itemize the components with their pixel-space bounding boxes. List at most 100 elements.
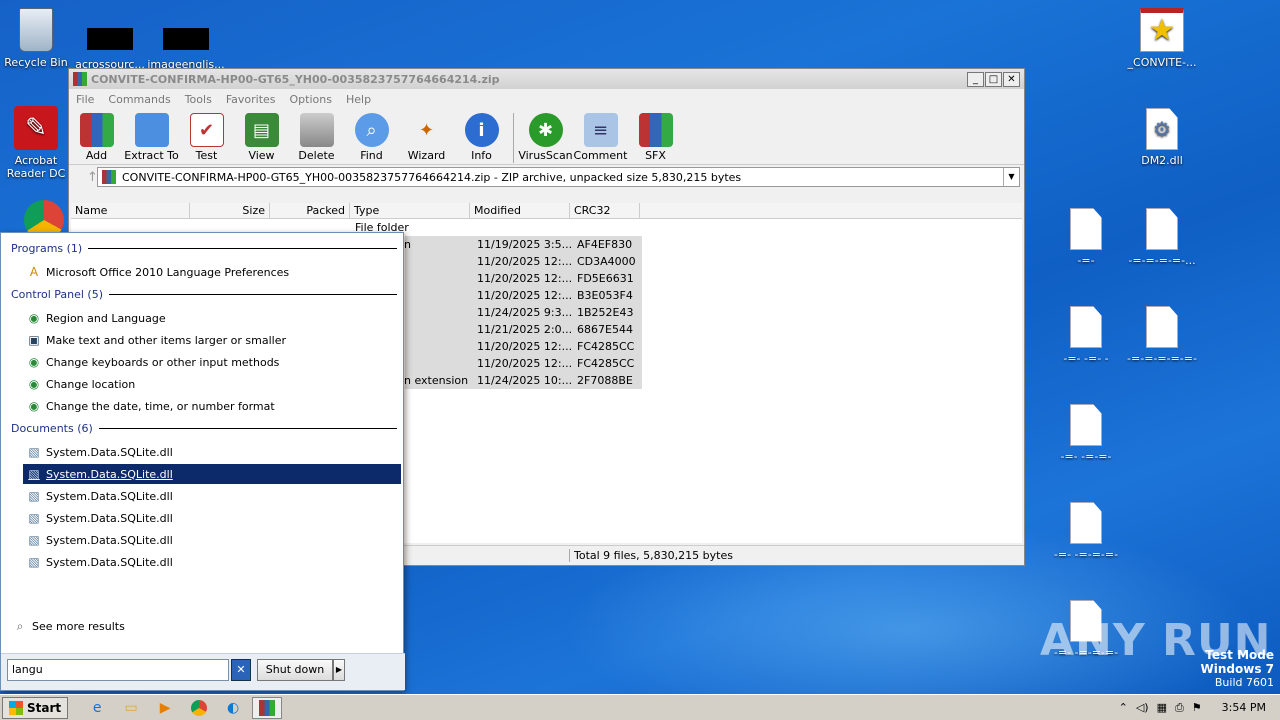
item-label: Make text and other items larger or smal… [46, 333, 286, 347]
up-arrow-icon[interactable]: ↑ [87, 170, 98, 185]
column-type[interactable]: Type [350, 203, 470, 218]
flag-icon[interactable]: ⚑ [1192, 701, 1202, 714]
cell-crc32: 1B252E43 [577, 306, 634, 319]
desktop-icon-imageenglis[interactable]: imageenglis... [146, 28, 226, 71]
see-more-results-link[interactable]: ⌕ See more results [9, 616, 387, 636]
printer-icon[interactable]: ⎙ [1175, 701, 1184, 715]
column-size[interactable]: Size [190, 203, 270, 218]
info-button[interactable]: i Info [454, 113, 509, 162]
chrome-taskbar-icon[interactable] [184, 697, 214, 719]
section-title: Control Panel (5) [11, 288, 104, 301]
winrar-taskbar-button[interactable] [252, 696, 283, 719]
dll-file-icon: ▧ [28, 555, 40, 569]
cell-crc32: AF4EF830 [577, 238, 633, 251]
start-button[interactable]: Start [2, 696, 69, 719]
cell-crc32: FD5E6631 [577, 272, 634, 285]
comment-icon: ≡ [583, 113, 618, 147]
cell-modified: 11/20/2025 12:... [477, 255, 573, 268]
clear-search-icon[interactable]: ✕ [231, 659, 251, 681]
result-document[interactable]: ▧ System.Data.SQLite.dll [23, 442, 401, 462]
column-modified[interactable]: Modified [470, 203, 570, 218]
find-button[interactable]: ⌕ Find [344, 113, 399, 162]
cell-type [400, 338, 470, 355]
explorer-icon[interactable]: ▭ [116, 697, 146, 719]
column-crc32[interactable]: CRC32 [570, 203, 640, 218]
desktop-icon-convite[interactable]: ★ _CONVITE-... [1122, 8, 1202, 69]
dll-gear-icon: ⚙ [1146, 108, 1178, 150]
magnifier-icon: ⌕ [354, 113, 389, 147]
test-button[interactable]: ✔ Test [179, 113, 234, 162]
status-text: Total 9 files, 5,830,215 bytes [569, 549, 733, 562]
divider [109, 294, 397, 295]
comment-button[interactable]: ≡ Comment [573, 113, 628, 162]
search-input[interactable]: langu [7, 659, 229, 681]
column-name[interactable]: Name [71, 203, 190, 218]
maximize-button[interactable]: □ [985, 71, 1002, 87]
cell-type [400, 321, 470, 338]
title-bar[interactable]: CONVITE-CONFIRMA-HP00-GT65_YH00-00358237… [69, 69, 1024, 89]
show-hidden-icons-chevron-icon[interactable]: ⌃ [1119, 701, 1128, 714]
sfx-button[interactable]: SFX [628, 113, 683, 162]
menu-help[interactable]: Help [346, 93, 371, 106]
result-document-selected[interactable]: ▧ System.Data.SQLite.dll [23, 464, 401, 484]
desktop-icon-file[interactable]: -=-=-=-=-... [1122, 208, 1202, 267]
close-button[interactable]: ✕ [1003, 71, 1020, 87]
cell-modified: 11/20/2025 12:... [477, 357, 573, 370]
result-office-language[interactable]: A Microsoft Office 2010 Language Preferen… [23, 262, 401, 282]
address-field[interactable]: CONVITE-CONFIRMA-HP00-GT65_YH00-00358237… [97, 167, 1020, 187]
desktop-icon-acrobat[interactable]: ✎ Acrobat Reader DC [0, 106, 76, 180]
desktop-icon-label: -=- -=-=- [1060, 450, 1112, 463]
desktop-icon-acrossourc[interactable]: acrossourc... [70, 28, 150, 71]
item-label: Change keyboards or other input methods [46, 355, 280, 369]
result-location[interactable]: ◉ Change location [23, 374, 401, 394]
menu-tools[interactable]: Tools [185, 93, 212, 106]
result-document[interactable]: ▧ System.Data.SQLite.dll [23, 486, 401, 506]
archive-icon [102, 170, 116, 184]
ie-icon[interactable]: e [82, 697, 112, 719]
desktop-icon-recycle-bin[interactable]: Recycle Bin [0, 8, 76, 69]
cell-modified: 11/20/2025 12:... [477, 272, 573, 285]
cell-type [400, 355, 470, 372]
result-document[interactable]: ▧ System.Data.SQLite.dll [23, 552, 401, 572]
globe-icon: ◉ [28, 377, 40, 391]
monitor-icon: ▣ [28, 333, 40, 347]
desktop-icon-dm2[interactable]: ⚙ DM2.dll [1122, 108, 1202, 167]
column-packed[interactable]: Packed [270, 203, 350, 218]
result-document[interactable]: ▧ System.Data.SQLite.dll [23, 530, 401, 550]
desktop-icon-file[interactable]: -=- [1046, 208, 1126, 267]
desktop-icon-file[interactable]: -=- -=-=- [1046, 404, 1126, 463]
menu-commands[interactable]: Commands [108, 93, 170, 106]
minimize-button[interactable]: _ [967, 71, 984, 87]
media-player-icon[interactable]: ▶ [150, 697, 180, 719]
redacted-icon [163, 28, 209, 50]
extract-to-button[interactable]: Extract To [124, 113, 179, 162]
menu-favorites[interactable]: Favorites [226, 93, 276, 106]
wizard-button[interactable]: ✦ Wizard [399, 113, 454, 163]
shutdown-button[interactable]: Shut down [257, 659, 333, 681]
volume-icon[interactable]: ◁) [1136, 701, 1149, 714]
toolbar-separator [513, 113, 514, 163]
result-region-language[interactable]: ◉ Region and Language [23, 308, 401, 328]
virusscan-button[interactable]: ✱ VirusScan [518, 113, 573, 162]
menu-options[interactable]: Options [290, 93, 332, 106]
edge-icon[interactable]: ◐ [218, 697, 248, 719]
clock[interactable]: 3:54 PM [1222, 701, 1266, 714]
result-date-format[interactable]: ◉ Change the date, time, or number format [23, 396, 401, 416]
network-icon[interactable]: ▦ [1157, 701, 1167, 714]
sfx-icon [638, 113, 673, 147]
delete-button[interactable]: Delete [289, 113, 344, 162]
winrar-icon [73, 72, 87, 86]
shutdown-options-arrow[interactable]: ▶ [333, 659, 345, 681]
add-button[interactable]: Add [69, 113, 124, 162]
desktop-icon-file[interactable]: -=- -=- - [1046, 306, 1126, 365]
view-button[interactable]: ▤ View [234, 113, 289, 162]
toolbar-label: Extract To [124, 149, 179, 162]
chevron-down-icon[interactable]: ▼ [1003, 168, 1019, 186]
desktop-icon-file[interactable]: -=- -=-=-=- [1046, 502, 1126, 561]
control-panel-section-header: Control Panel (5) [11, 288, 397, 301]
menu-file[interactable]: File [76, 93, 94, 106]
result-text-size[interactable]: ▣ Make text and other items larger or sma… [23, 330, 401, 350]
desktop-icon-file[interactable]: -=-=-=-=-=- [1122, 306, 1202, 365]
result-keyboards[interactable]: ◉ Change keyboards or other input methods [23, 352, 401, 372]
result-document[interactable]: ▧ System.Data.SQLite.dll [23, 508, 401, 528]
